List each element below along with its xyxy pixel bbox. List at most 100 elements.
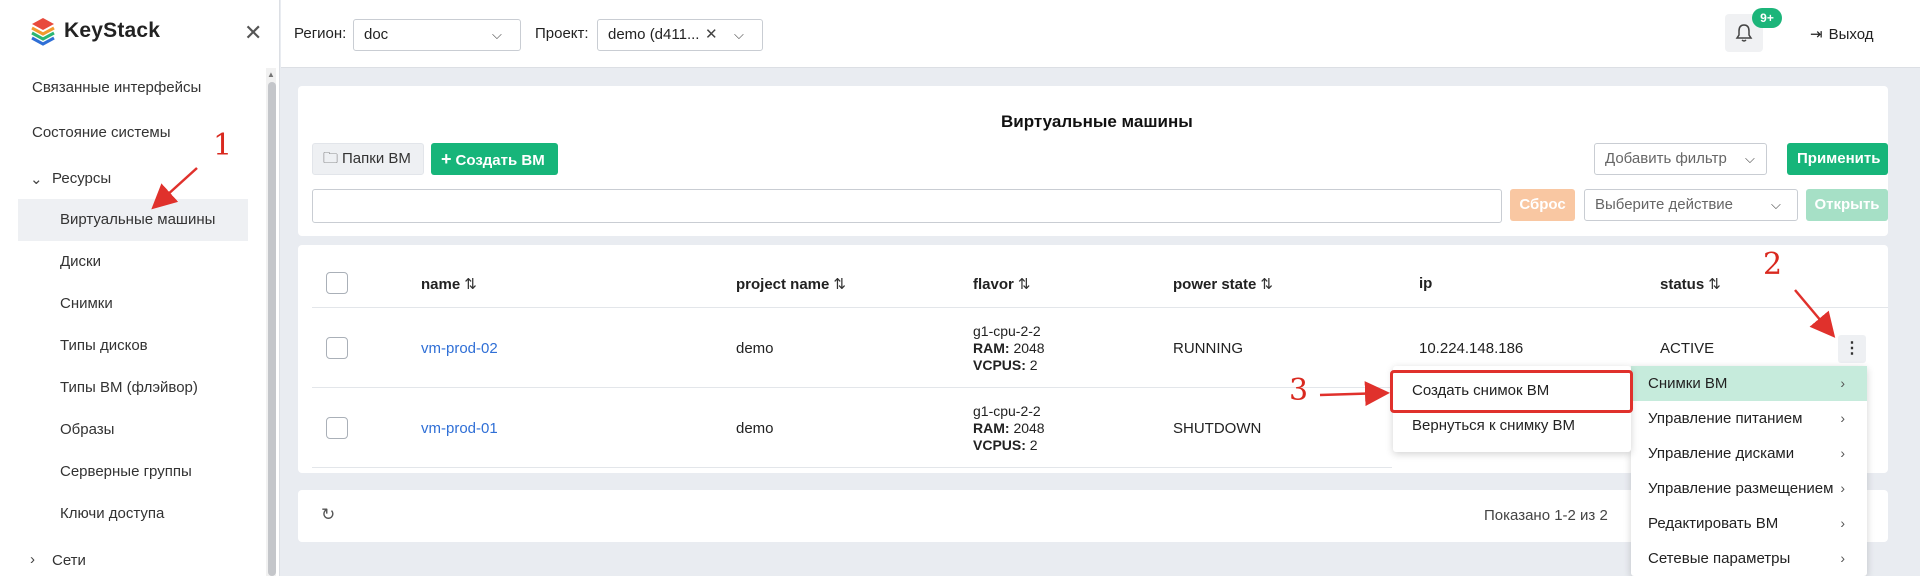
project-name: demo xyxy=(736,340,774,357)
menu-item-vm-snapshots[interactable]: Снимки ВМ › xyxy=(1631,366,1867,401)
column-label: flavor xyxy=(973,276,1014,293)
pagination-summary: Показано 1-2 из 2 xyxy=(1484,507,1608,524)
chevron-down-icon: ⌵ xyxy=(734,27,744,42)
menu-item-revert-snapshot[interactable]: Вернуться к снимку ВМ xyxy=(1393,408,1631,443)
menu-item-edit-vm[interactable]: Редактировать ВМ › xyxy=(1631,506,1867,541)
project-select[interactable]: demo (d411... ✕ ⌵ xyxy=(597,19,763,51)
column-label: status xyxy=(1660,276,1705,293)
vm-folders-button[interactable]: 🗀 Папки ВМ xyxy=(312,143,424,175)
column-label: project name xyxy=(736,276,830,293)
sidebar-item-system-state[interactable]: Состояние системы xyxy=(32,124,171,141)
sidebar-item-disks[interactable]: Диски xyxy=(18,241,248,283)
sidebar-group-networks[interactable]: Сети xyxy=(52,552,86,569)
logo[interactable]: KeyStack xyxy=(30,16,160,46)
bell-icon xyxy=(1735,24,1753,42)
column-header-project[interactable]: project name ⇅ xyxy=(736,275,846,293)
folder-icon: 🗀 xyxy=(323,150,339,167)
column-header-name[interactable]: name ⇅ xyxy=(421,275,477,293)
sidebar-item-server-groups[interactable]: Серверные группы xyxy=(18,451,248,493)
chevron-down-icon[interactable]: ⌄ xyxy=(30,170,43,188)
menu-item-placement[interactable]: Управление размещением › xyxy=(1631,471,1867,506)
sidebar-item-linked-interfaces[interactable]: Связанные интерфейсы xyxy=(32,79,201,96)
search-input[interactable] xyxy=(312,189,1502,223)
clear-icon[interactable]: ✕ xyxy=(705,20,718,50)
chevron-right-icon: › xyxy=(1840,480,1845,496)
sidebar-item-flavors[interactable]: Типы ВМ (флэйвор) xyxy=(18,367,248,409)
flavor-info: g1-cpu-2-2 RAM: 2048 VCPUS: 2 xyxy=(973,323,1045,374)
menu-item-power[interactable]: Управление питанием › xyxy=(1631,401,1867,436)
menu-item-label: Управление размещением xyxy=(1648,480,1834,497)
annotation-number: 1 xyxy=(213,128,233,163)
logout-label: Выход xyxy=(1828,26,1874,43)
select-all-checkbox[interactable] xyxy=(326,272,348,294)
logout-button[interactable]: ⇥ Выход xyxy=(1810,25,1873,43)
create-vm-button[interactable]: + Создать ВМ xyxy=(431,143,558,175)
action-placeholder: Выберите действие xyxy=(1595,196,1734,213)
notifications-badge: 9+ xyxy=(1752,8,1782,28)
chevron-right-icon[interactable]: › xyxy=(30,551,35,568)
project-value: demo (d411... xyxy=(608,26,700,43)
annotation-highlight-box xyxy=(1390,370,1633,413)
ram-label: RAM: xyxy=(973,340,1010,356)
action-select[interactable]: Выберите действие ⌵ xyxy=(1584,189,1798,221)
vm-name-link[interactable]: vm-prod-02 xyxy=(421,340,498,357)
add-filter-select[interactable]: Добавить фильтр ⌵ xyxy=(1594,143,1767,175)
row-divider xyxy=(312,307,1888,308)
sidebar-item-images[interactable]: Образы xyxy=(18,409,248,451)
sidebar-item-disk-types[interactable]: Типы дисков xyxy=(18,325,248,367)
row-divider xyxy=(312,467,1392,468)
sidebar-group-resources[interactable]: Ресурсы xyxy=(52,170,111,187)
refresh-icon[interactable]: ↻ xyxy=(321,505,335,525)
chevron-down-icon: ⌵ xyxy=(492,27,502,42)
sort-icon[interactable]: ⇅ xyxy=(1260,276,1273,293)
chevron-right-icon: › xyxy=(1840,410,1845,426)
annotation-number: 3 xyxy=(1289,373,1309,408)
vcpus-value: 2 xyxy=(1029,437,1038,453)
menu-item-label: Снимки ВМ xyxy=(1648,375,1728,392)
sidebar-scrollbar-thumb[interactable] xyxy=(268,82,276,576)
column-header-status[interactable]: status ⇅ xyxy=(1660,275,1721,293)
column-header-flavor[interactable]: flavor ⇅ xyxy=(973,275,1030,293)
scroll-up-icon[interactable]: ▲ xyxy=(267,70,275,79)
region-select[interactable]: doc ⌵ xyxy=(353,19,521,51)
column-header-power-state[interactable]: power state ⇅ xyxy=(1173,275,1273,293)
open-button[interactable]: Открыть xyxy=(1806,189,1888,221)
close-sidebar-icon[interactable]: ✕ xyxy=(244,20,262,46)
vcpus-label: VCPUS: xyxy=(973,437,1026,453)
plus-icon: + xyxy=(441,149,452,169)
menu-item-label: Управление питанием xyxy=(1648,410,1803,427)
apply-button[interactable]: Применить xyxy=(1787,143,1888,175)
create-vm-label: Создать ВМ xyxy=(455,152,545,169)
flavor-info: g1-cpu-2-2 RAM: 2048 VCPUS: 2 xyxy=(973,403,1045,454)
sort-icon[interactable]: ⇅ xyxy=(1708,276,1721,293)
sidebar: KeyStack ✕ Связанные интерфейсы Состояни… xyxy=(0,0,280,576)
row-actions-button[interactable]: ⋮ xyxy=(1838,335,1866,363)
add-filter-placeholder: Добавить фильтр xyxy=(1605,150,1727,167)
ram-label: RAM: xyxy=(973,420,1010,436)
vcpus-label: VCPUS: xyxy=(973,357,1026,373)
reset-button[interactable]: Сброс xyxy=(1510,189,1575,221)
sidebar-item-snapshots[interactable]: Снимки xyxy=(18,283,248,325)
vm-name-link[interactable]: vm-prod-01 xyxy=(421,420,498,437)
menu-item-label: Редактировать ВМ xyxy=(1648,515,1779,532)
status-value: ACTIVE xyxy=(1660,340,1715,357)
sort-icon[interactable]: ⇅ xyxy=(833,276,846,293)
flavor-name: g1-cpu-2-2 xyxy=(973,403,1041,419)
sidebar-item-vms[interactable]: Виртуальные машины xyxy=(18,199,248,241)
menu-item-disks[interactable]: Управление дисками › xyxy=(1631,436,1867,471)
row-checkbox[interactable] xyxy=(326,337,348,359)
menu-item-network[interactable]: Сетевые параметры › xyxy=(1631,541,1867,576)
sort-icon[interactable]: ⇅ xyxy=(464,276,477,293)
row-checkbox[interactable] xyxy=(326,417,348,439)
chevron-right-icon: › xyxy=(1840,550,1845,566)
keystack-logo-icon xyxy=(31,18,55,46)
sort-icon[interactable]: ⇅ xyxy=(1018,276,1031,293)
project-name: demo xyxy=(736,420,774,437)
brand-name: KeyStack xyxy=(64,19,161,42)
chevron-right-icon: › xyxy=(1840,375,1845,391)
column-label: ip xyxy=(1419,275,1433,292)
column-header-ip: ip xyxy=(1419,275,1432,292)
row-divider xyxy=(312,387,1392,388)
page-title: Виртуальные машины xyxy=(1001,112,1193,131)
sidebar-item-access-keys[interactable]: Ключи доступа xyxy=(18,493,248,535)
